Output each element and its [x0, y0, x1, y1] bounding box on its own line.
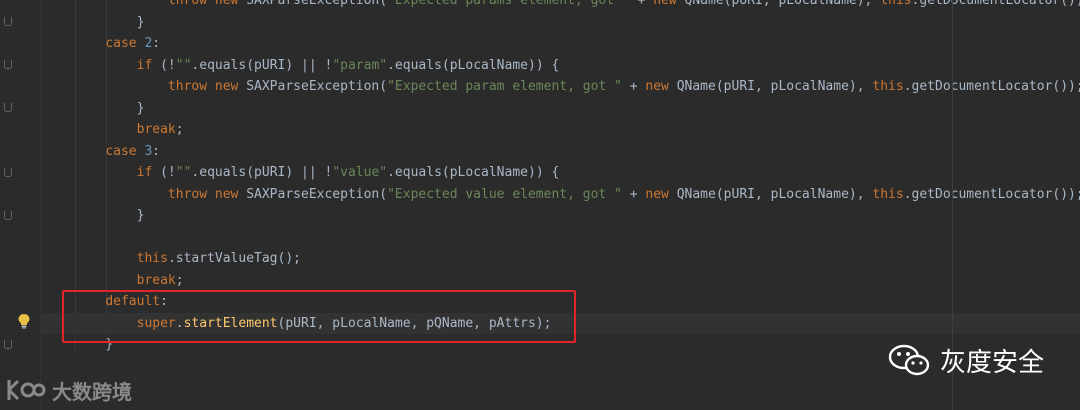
- code-token: this: [136, 251, 168, 266]
- code-line[interactable]: }: [41, 12, 1080, 33]
- code-token: +: [621, 186, 646, 202]
- code-line[interactable]: this.startValueTag();: [41, 248, 1080, 269]
- code-token: break: [136, 272, 176, 288]
- code-token: case: [105, 36, 145, 51]
- code-token: "": [175, 165, 192, 180]
- highlight-box: [62, 290, 576, 343]
- watermark-left-text: 大数跨境: [52, 379, 132, 404]
- fold-marker-icon[interactable]: [4, 168, 12, 177]
- code-token: .getDocumentLocator());: [903, 79, 1080, 94]
- code-token: this: [880, 0, 912, 8]
- code-line[interactable]: [41, 227, 1080, 248]
- dashujiajing-logo-icon: [7, 379, 46, 401]
- code-token: ;: [175, 272, 184, 288]
- code-token: .startValueTag();: [167, 251, 301, 266]
- code-line[interactable]: throw new SAXParseException("Expected pa…: [41, 0, 1080, 11]
- code-token: break: [136, 122, 176, 137]
- code-token: this: [872, 186, 904, 202]
- code-token: SAXParseException(: [246, 79, 388, 94]
- code-line[interactable]: throw new SAXParseException("Expected va…: [41, 184, 1080, 205]
- code-token: "value": [332, 165, 388, 180]
- code-token: if: [136, 165, 161, 180]
- code-token: QName(pURI, pLocalName),: [684, 0, 881, 8]
- code-token: this: [872, 79, 904, 94]
- code-token: +: [621, 79, 646, 94]
- code-token: QName(pURI, pLocalName),: [676, 186, 873, 202]
- code-token: +: [629, 0, 654, 8]
- code-token: ;: [175, 122, 184, 137]
- code-token: new: [653, 0, 685, 8]
- code-token: }: [74, 14, 145, 30]
- code-token: .getDocumentLocator());: [911, 0, 1080, 8]
- code-token: }: [74, 208, 145, 223]
- code-line[interactable]: break;: [41, 119, 1080, 140]
- watermark-right-text: 灰度安全: [940, 347, 1045, 378]
- code-token: .getDocumentLocator());: [903, 186, 1080, 202]
- code-token: .equals(pURI) || !: [191, 57, 333, 73]
- code-token: SAXParseException(: [246, 186, 388, 202]
- code-token: case: [105, 143, 145, 159]
- code-token: "Expected param element, got ": [387, 79, 622, 94]
- code-line[interactable]: }: [41, 205, 1080, 226]
- fold-marker-icon[interactable]: [4, 103, 12, 112]
- code-token: "": [175, 57, 192, 73]
- code-token: "Expected value element, got ": [387, 186, 622, 202]
- fold-marker-icon[interactable]: [4, 60, 12, 69]
- wechat-logo-icon: [888, 344, 930, 376]
- code-token: .equals(pLocalName)) {: [387, 57, 560, 73]
- lightbulb-icon[interactable]: [17, 313, 31, 329]
- code-token: "param": [332, 57, 388, 73]
- editor-gutter: [0, 0, 41, 410]
- code-token: "Expected params element, got ": [387, 0, 630, 8]
- code-token: :: [152, 36, 161, 51]
- code-line[interactable]: break;: [41, 270, 1080, 291]
- code-line[interactable]: if (!"".equals(pURI) || !"value".equals(…: [41, 162, 1080, 183]
- code-token: (!: [160, 165, 176, 180]
- code-token: QName(pURI, pLocalName),: [676, 79, 873, 94]
- code-token: new: [645, 186, 677, 202]
- code-line[interactable]: }: [41, 98, 1080, 119]
- code-token: throw new: [167, 186, 247, 202]
- code-token: throw new: [167, 0, 247, 8]
- code-token: throw new: [167, 79, 247, 94]
- code-token: :: [152, 143, 161, 159]
- code-token: .equals(pURI) || !: [191, 165, 333, 180]
- code-line[interactable]: case 3:: [41, 141, 1080, 162]
- code-token: SAXParseException(: [246, 0, 388, 8]
- watermark-dashujiajing: 大数跨境: [6, 376, 132, 404]
- fold-marker-icon[interactable]: [4, 211, 12, 220]
- code-token: }: [74, 100, 145, 116]
- code-line[interactable]: case 2:: [41, 33, 1080, 54]
- code-token: if: [136, 57, 161, 73]
- code-token: (!: [160, 57, 176, 73]
- code-line[interactable]: throw new SAXParseException("Expected pa…: [41, 76, 1080, 97]
- code-token: new: [645, 79, 677, 94]
- fold-marker-icon[interactable]: [4, 17, 12, 26]
- fold-marker-icon[interactable]: [4, 340, 12, 349]
- watermark-huidu: 灰度安全: [888, 340, 1044, 380]
- code-line[interactable]: if (!"".equals(pURI) || !"param".equals(…: [41, 55, 1080, 76]
- code-token: .equals(pLocalName)) {: [387, 165, 560, 180]
